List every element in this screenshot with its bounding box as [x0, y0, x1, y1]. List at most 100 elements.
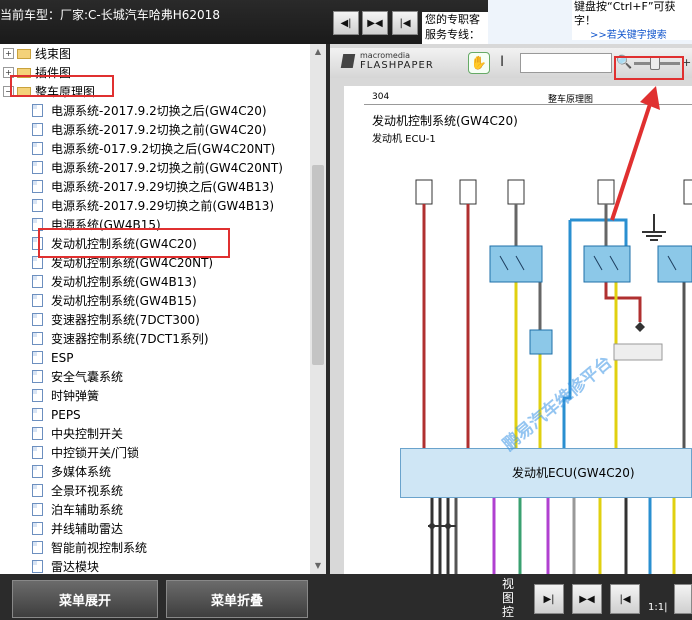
find-input[interactable] [520, 53, 612, 73]
tree-item-label: 电源系统-2017.9.2切换之后(GW4C20) [51, 104, 267, 118]
tree-item-label: 安全气囊系统 [51, 370, 124, 384]
tree-item[interactable]: 全景环视系统 [32, 481, 123, 500]
tree-item[interactable]: 多媒体系统 [32, 462, 111, 481]
document-icon [32, 484, 43, 497]
annotation-arrow [610, 86, 660, 221]
document-icon [32, 370, 43, 383]
nav-fit-button[interactable]: ▶◀ [362, 11, 388, 35]
tree-item[interactable]: 安全气囊系统 [32, 367, 123, 386]
tree-item-label: 电源系统-2017.9.29切换之后(GW4B13) [51, 180, 275, 194]
fuse-5 [683, 179, 692, 205]
tree-item-label: 多媒体系统 [51, 465, 112, 479]
tree-item[interactable]: 中控锁开关/门锁 [32, 443, 139, 462]
menu-collapse-button[interactable]: 菜单折叠 [166, 580, 308, 618]
view-last-button[interactable]: |◀ [610, 584, 640, 614]
tree-item-label: 电源系统-2017.9.2切换之前(GW4C20NT) [51, 161, 283, 175]
folder-highlight-box [10, 75, 114, 97]
document-icon [32, 294, 43, 307]
tree-item[interactable]: 发动机控制系统(GW4B15) [32, 291, 197, 310]
hotline-line2: 服务专线： [425, 28, 480, 41]
tree-item[interactable]: 电源系统-2017.9.2切换之前(GW4C20) [32, 120, 267, 139]
keyword-search-link[interactable]: >>若关键字搜索 [590, 26, 667, 41]
text-select-icon[interactable]: I [500, 54, 504, 70]
relay-2 [583, 245, 631, 283]
tree-item[interactable]: 泊车辅助系统 [32, 500, 123, 519]
view-label-char: 控 [502, 605, 515, 619]
tree-item[interactable]: 中央控制开关 [32, 424, 123, 443]
tree-item-label: 电源系统-017.9.2切换之后(GW4C20NT) [51, 142, 276, 156]
flashpaper-logo-icon [340, 54, 356, 68]
hand-tool-icon[interactable]: ✋ [468, 52, 490, 74]
document-icon [32, 465, 43, 478]
document-icon [32, 104, 43, 117]
document-icon [32, 161, 43, 174]
tree-item[interactable]: 时钟弹簧 [32, 386, 99, 405]
scrollbar-thumb[interactable] [312, 165, 324, 365]
tree-item-label: 发动机控制系统(GW4B15) [51, 294, 197, 308]
tree-item[interactable]: 变速器控制系统(7DCT300) [32, 310, 200, 329]
tree-item[interactable]: 电源系统-2017.9.2切换之后(GW4C20) [32, 101, 267, 120]
tree-item-label: 电源系统-2017.9.2切换之前(GW4C20) [51, 123, 267, 137]
tree-item[interactable]: 电源系统-017.9.2切换之后(GW4C20NT) [32, 139, 275, 158]
tree-item-label: 并线辅助雷达 [51, 522, 124, 536]
view-fit-button[interactable]: ▶◀ [572, 584, 602, 614]
brand-big: FLASHPAPER [360, 60, 434, 71]
tree-item-label: 变速器控制系统(7DCT300) [51, 313, 200, 327]
fuse-2 [459, 179, 477, 205]
document-icon [32, 351, 43, 364]
document-icon [32, 180, 43, 193]
document-icon [32, 541, 43, 554]
tree-item[interactable]: 雷达模块 [32, 557, 99, 574]
current-model-label: 当前车型：厂家:C-长城汽车哈弗H62018 [0, 8, 220, 22]
tree-item[interactable]: 变速器控制系统(7DCT1系列) [32, 329, 209, 348]
view-first-button[interactable]: ▶| [534, 584, 564, 614]
scroll-up-icon[interactable]: ▲ [310, 44, 326, 60]
tree-item-label: PEPS [51, 407, 81, 422]
connector-box [613, 343, 663, 361]
tree-item-label: 中央控制开关 [51, 427, 124, 441]
search-tip-line1: 键盘按“Ctrl+F”可获 [574, 0, 676, 13]
tree-item-label: 中控锁开关/门锁 [51, 446, 140, 460]
document-icon [32, 408, 43, 421]
document-icon [32, 560, 43, 573]
tree-item-label: 发动机控制系统(GW4B13) [51, 275, 197, 289]
document-icon [32, 522, 43, 535]
tree-item[interactable]: 电源系统-2017.9.2切换之前(GW4C20NT) [32, 158, 283, 177]
scroll-down-icon[interactable]: ▼ [310, 558, 326, 574]
zoom-highlight-box [614, 56, 684, 80]
document-icon [32, 123, 43, 136]
menu-expand-button[interactable]: 菜单展开 [12, 580, 158, 618]
document-icon [32, 142, 43, 155]
document-icon [32, 446, 43, 459]
relay-1 [489, 245, 543, 283]
tree-item[interactable]: 发动机控制系统(GW4B13) [32, 272, 197, 291]
document-icon [32, 427, 43, 440]
view-control-label: 视 图 控 [502, 577, 516, 619]
hotline-box: 您的专职客 服务专线： [422, 12, 488, 44]
tree-item-label: 全景环视系统 [51, 484, 124, 498]
sensor-1 [529, 329, 553, 355]
tree-item[interactable]: 电源系统-2017.9.29切换之后(GW4B13) [32, 177, 274, 196]
nav-last-button[interactable]: |◀ [392, 11, 418, 35]
tree-item[interactable]: 并线辅助雷达 [32, 519, 123, 538]
document-icon [32, 332, 43, 345]
view-extra-button[interactable] [674, 584, 692, 614]
tree-item-label: 电源系统-2017.9.29切换之前(GW4B13) [51, 199, 275, 213]
tree-item[interactable]: 智能前视控制系统 [32, 538, 147, 557]
tree-item[interactable]: 电源系统-2017.9.29切换之前(GW4B13) [32, 196, 274, 215]
tree-item-label: 泊车辅助系统 [51, 503, 124, 517]
tree-pane: + 线束图 + 插件图 − 整车原理图 电源系统-2017.9.2切换之后(GW… [0, 44, 310, 574]
nav-first-button[interactable]: ◀| [333, 11, 359, 35]
tree-item-label: 变速器控制系统(7DCT1系列) [51, 332, 209, 346]
tree-folder-label: 线束图 [35, 47, 72, 61]
tree-folder-harness[interactable]: + 线束图 [0, 44, 71, 63]
folder-icon [17, 48, 31, 59]
tree-item[interactable]: ESP [32, 348, 73, 367]
relay-3 [657, 245, 692, 283]
fuse-3 [507, 179, 525, 205]
view-label-char: 图 [502, 591, 515, 605]
view-label-char: 视 [502, 577, 515, 591]
item-highlight-box [38, 228, 230, 258]
tree-item[interactable]: PEPS [32, 405, 81, 424]
expand-icon[interactable]: + [3, 48, 14, 59]
